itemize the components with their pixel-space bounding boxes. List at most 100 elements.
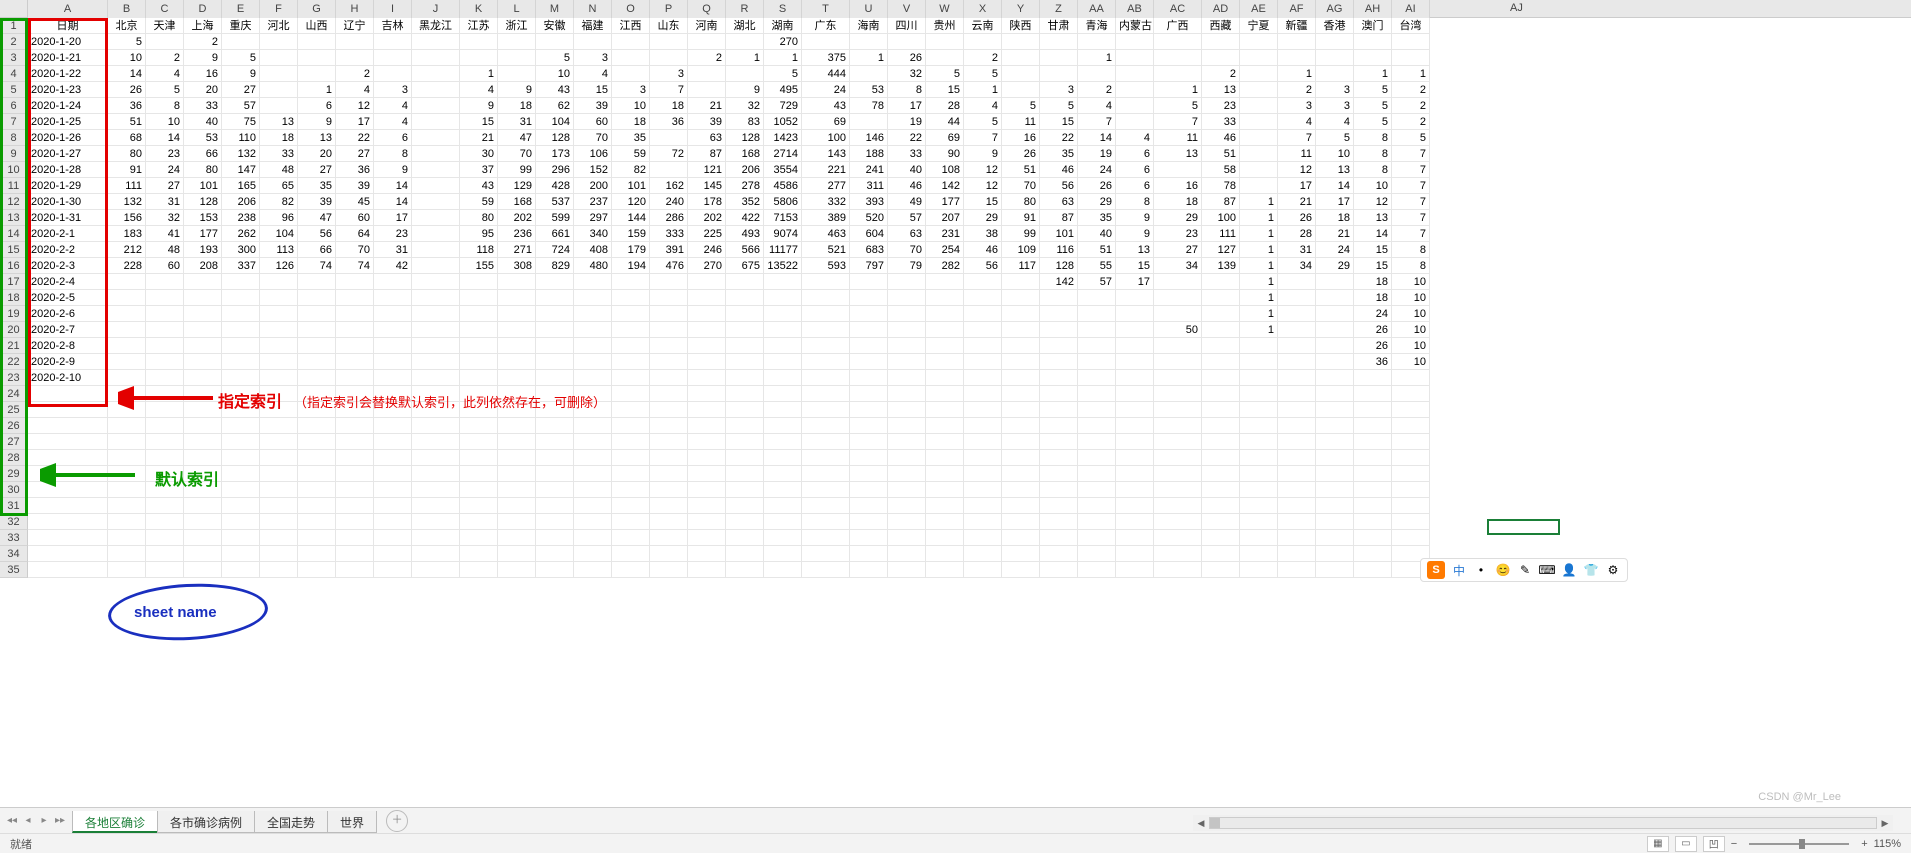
cell[interactable] [298,50,336,66]
cell[interactable] [964,370,1002,386]
col-header-ah[interactable]: AH [1354,0,1392,18]
cell[interactable]: 26 [108,82,146,98]
cell[interactable] [612,450,650,466]
cell[interactable]: 2 [184,34,222,50]
cell[interactable] [298,466,336,482]
cell[interactable]: 24 [146,162,184,178]
sheet-nav-next-icon[interactable]: ▸ [38,815,50,826]
cell[interactable] [412,114,460,130]
cell[interactable] [1240,178,1278,194]
cell[interactable] [336,306,374,322]
cell[interactable] [1154,290,1202,306]
cell[interactable] [298,530,336,546]
cell[interactable]: 5 [964,114,1002,130]
cell[interactable]: 40 [888,162,926,178]
cell[interactable]: 80 [184,162,222,178]
hscroll-thumb[interactable] [1210,818,1220,828]
cell[interactable]: 51 [1078,242,1116,258]
cell[interactable]: 7 [1278,130,1316,146]
cell[interactable] [374,274,412,290]
cell[interactable]: 165 [222,178,260,194]
col-header-ad[interactable]: AD [1202,0,1240,18]
cell[interactable] [28,402,108,418]
cell[interactable] [850,562,888,578]
cell[interactable] [888,482,926,498]
cell[interactable] [1154,546,1202,562]
cell[interactable] [926,514,964,530]
cell[interactable] [536,434,574,450]
cell[interactable] [1078,322,1116,338]
cell[interactable] [802,274,850,290]
cell[interactable] [1240,82,1278,98]
row-header[interactable]: 22 [0,354,28,370]
cell[interactable] [260,274,298,290]
row-header[interactable]: 27 [0,434,28,450]
cell[interactable] [1354,434,1392,450]
cell[interactable] [1316,434,1354,450]
cell[interactable] [460,498,498,514]
cell[interactable]: 19 [1078,146,1116,162]
cell[interactable] [1354,482,1392,498]
cell[interactable] [688,450,726,466]
cell[interactable] [498,34,536,50]
cell[interactable] [802,562,850,578]
cell[interactable] [964,562,1002,578]
cell[interactable]: 237 [574,194,612,210]
cell[interactable] [1154,466,1202,482]
col-header-g[interactable]: G [298,0,336,18]
cell[interactable]: 29 [1316,258,1354,274]
row-header[interactable]: 18 [0,290,28,306]
cell[interactable] [374,482,412,498]
cell[interactable] [802,418,850,434]
cell[interactable] [1240,338,1278,354]
cell[interactable]: 179 [612,242,650,258]
row-header[interactable]: 17 [0,274,28,290]
cell[interactable]: 7 [1392,226,1430,242]
cell[interactable]: 62 [536,98,574,114]
cell[interactable]: 422 [726,210,764,226]
cell[interactable]: 四川 [888,18,926,34]
cell[interactable]: 13 [1116,242,1154,258]
cell[interactable] [688,34,726,50]
cell[interactable]: 117 [1002,258,1040,274]
cell[interactable]: 4 [374,114,412,130]
row-header[interactable]: 9 [0,146,28,162]
cell[interactable]: 7 [1392,194,1430,210]
cell[interactable] [1002,466,1040,482]
row-header[interactable]: 31 [0,498,28,514]
cell[interactable] [726,338,764,354]
cell[interactable] [1240,466,1278,482]
cell[interactable] [850,514,888,530]
cell[interactable]: 36 [336,162,374,178]
cell[interactable]: 澳门 [1354,18,1392,34]
row-header[interactable]: 4 [0,66,28,82]
cell[interactable] [460,546,498,562]
cell[interactable]: 2 [336,66,374,82]
cell[interactable] [688,274,726,290]
cell[interactable] [146,514,184,530]
cell[interactable] [1040,50,1078,66]
cell[interactable] [1116,306,1154,322]
cell[interactable]: 109 [1002,242,1040,258]
cell[interactable] [802,546,850,562]
cell[interactable]: 126 [260,258,298,274]
cell[interactable] [260,34,298,50]
cell[interactable]: 333 [650,226,688,242]
cell[interactable] [1278,50,1316,66]
cell[interactable]: 39 [298,194,336,210]
cell[interactable] [1202,434,1240,450]
cell[interactable] [926,434,964,450]
cell[interactable] [926,450,964,466]
cell[interactable]: 194 [612,258,650,274]
cell[interactable] [926,338,964,354]
row-header[interactable]: 21 [0,338,28,354]
cell[interactable]: 32 [888,66,926,82]
cell[interactable]: 河北 [260,18,298,34]
cell[interactable]: 35 [1078,210,1116,226]
cell[interactable]: 53 [850,82,888,98]
cell[interactable] [1392,50,1430,66]
cell[interactable]: 104 [536,114,574,130]
col-header-ac[interactable]: AC [1154,0,1202,18]
hscroll-right-icon[interactable]: ▶ [1877,816,1893,830]
cell[interactable] [1202,466,1240,482]
